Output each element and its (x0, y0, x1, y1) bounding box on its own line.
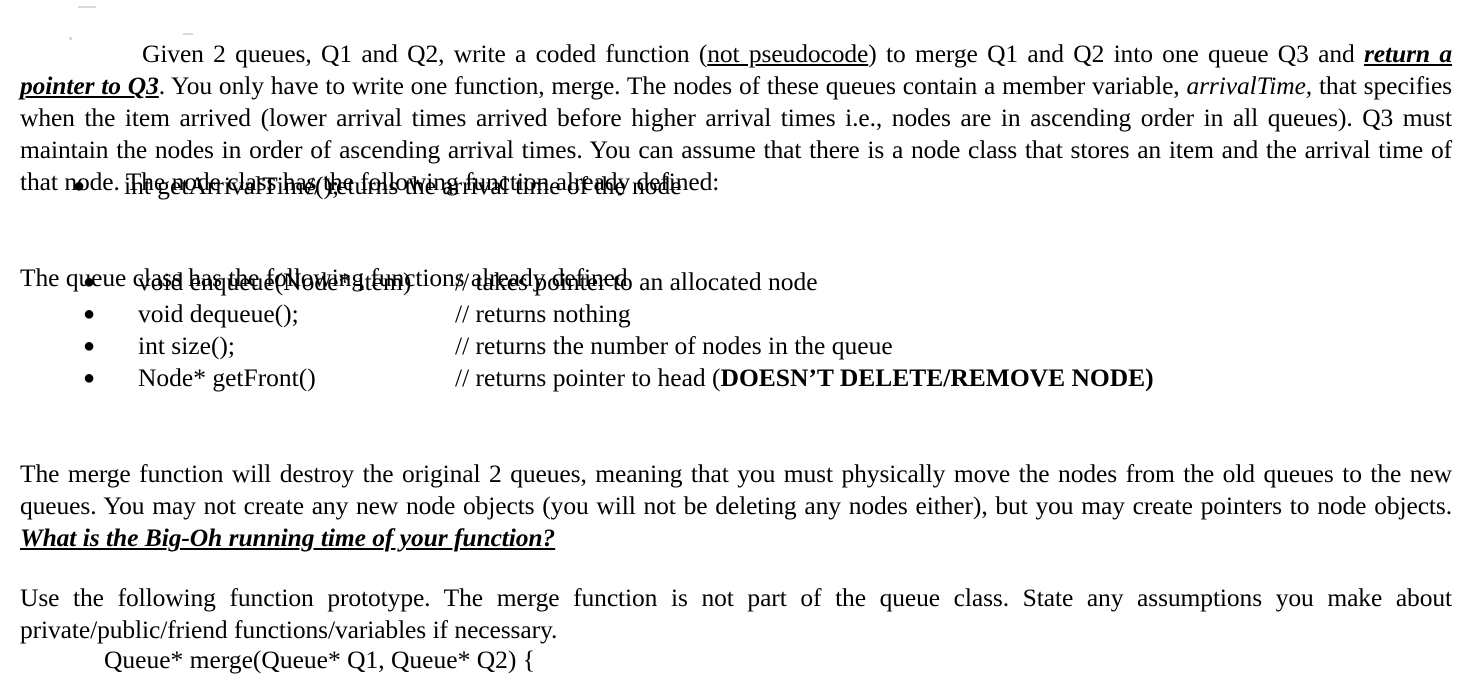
arrival-time-emphasis: arrivalTime, (1186, 70, 1313, 100)
merge-description-paragraph: The merge function will destroy the orig… (20, 458, 1452, 554)
intro-text-part-3: . You only have to write one function, m… (158, 70, 1187, 100)
method-comment: // returns pointer to head (DOESN’T DELE… (455, 362, 1154, 394)
intro-text-part-1: Given 2 queues, Q1 and Q2, write a coded… (142, 38, 708, 68)
method-signature: void dequeue(); (138, 299, 299, 328)
big-oh-question-emphasis: What is the Big-Oh running time of your … (20, 522, 556, 552)
method-comment: // takes pointer to an allocated node (455, 266, 818, 298)
prototype-instruction-paragraph: Use the following function prototype. Th… (20, 582, 1452, 644)
method-signature: int size(); (138, 331, 236, 360)
method-comment-text: // returns nothing (455, 299, 631, 328)
method-signature: Node* getFront() (138, 363, 316, 392)
bullet-glyph-icon: ● (82, 271, 96, 293)
intro-text-part-2: ) to merge Q1 and Q2 into one queue Q3 a… (868, 38, 1364, 68)
document-page: Given 2 queues, Q1 and Q2, write a coded… (0, 0, 1470, 694)
method-comment-text: // returns pointer to head ( (455, 363, 721, 392)
method-signature: void enqueue(Node* item) (138, 267, 412, 296)
method-comment: // returns the arrival time of the node (307, 171, 682, 200)
bullet-glyph-icon: ● (82, 335, 96, 357)
scan-speck (78, 6, 96, 8)
method-comment: // returns the number of nodes in the qu… (455, 330, 893, 362)
method-comment-text: // takes pointer to an allocated node (455, 267, 818, 296)
function-prototype-signature: Queue* merge(Queue* Q1, Queue* Q2) { (104, 645, 535, 674)
bullet-glyph-icon: ● (72, 175, 86, 197)
merge-text: The merge function will destroy the orig… (20, 458, 1452, 520)
not-pseudocode-emphasis: not pseudocode (707, 38, 869, 68)
scan-speck (183, 33, 193, 35)
bullet-glyph-icon: ● (82, 303, 96, 325)
method-comment-text: // returns the number of nodes in the qu… (455, 331, 893, 360)
method-comment: // returns nothing (455, 298, 631, 330)
bullet-glyph-icon: ● (82, 367, 96, 389)
method-comment-emphasis: DOESN’T DELETE/REMOVE NODE) (720, 363, 1154, 392)
